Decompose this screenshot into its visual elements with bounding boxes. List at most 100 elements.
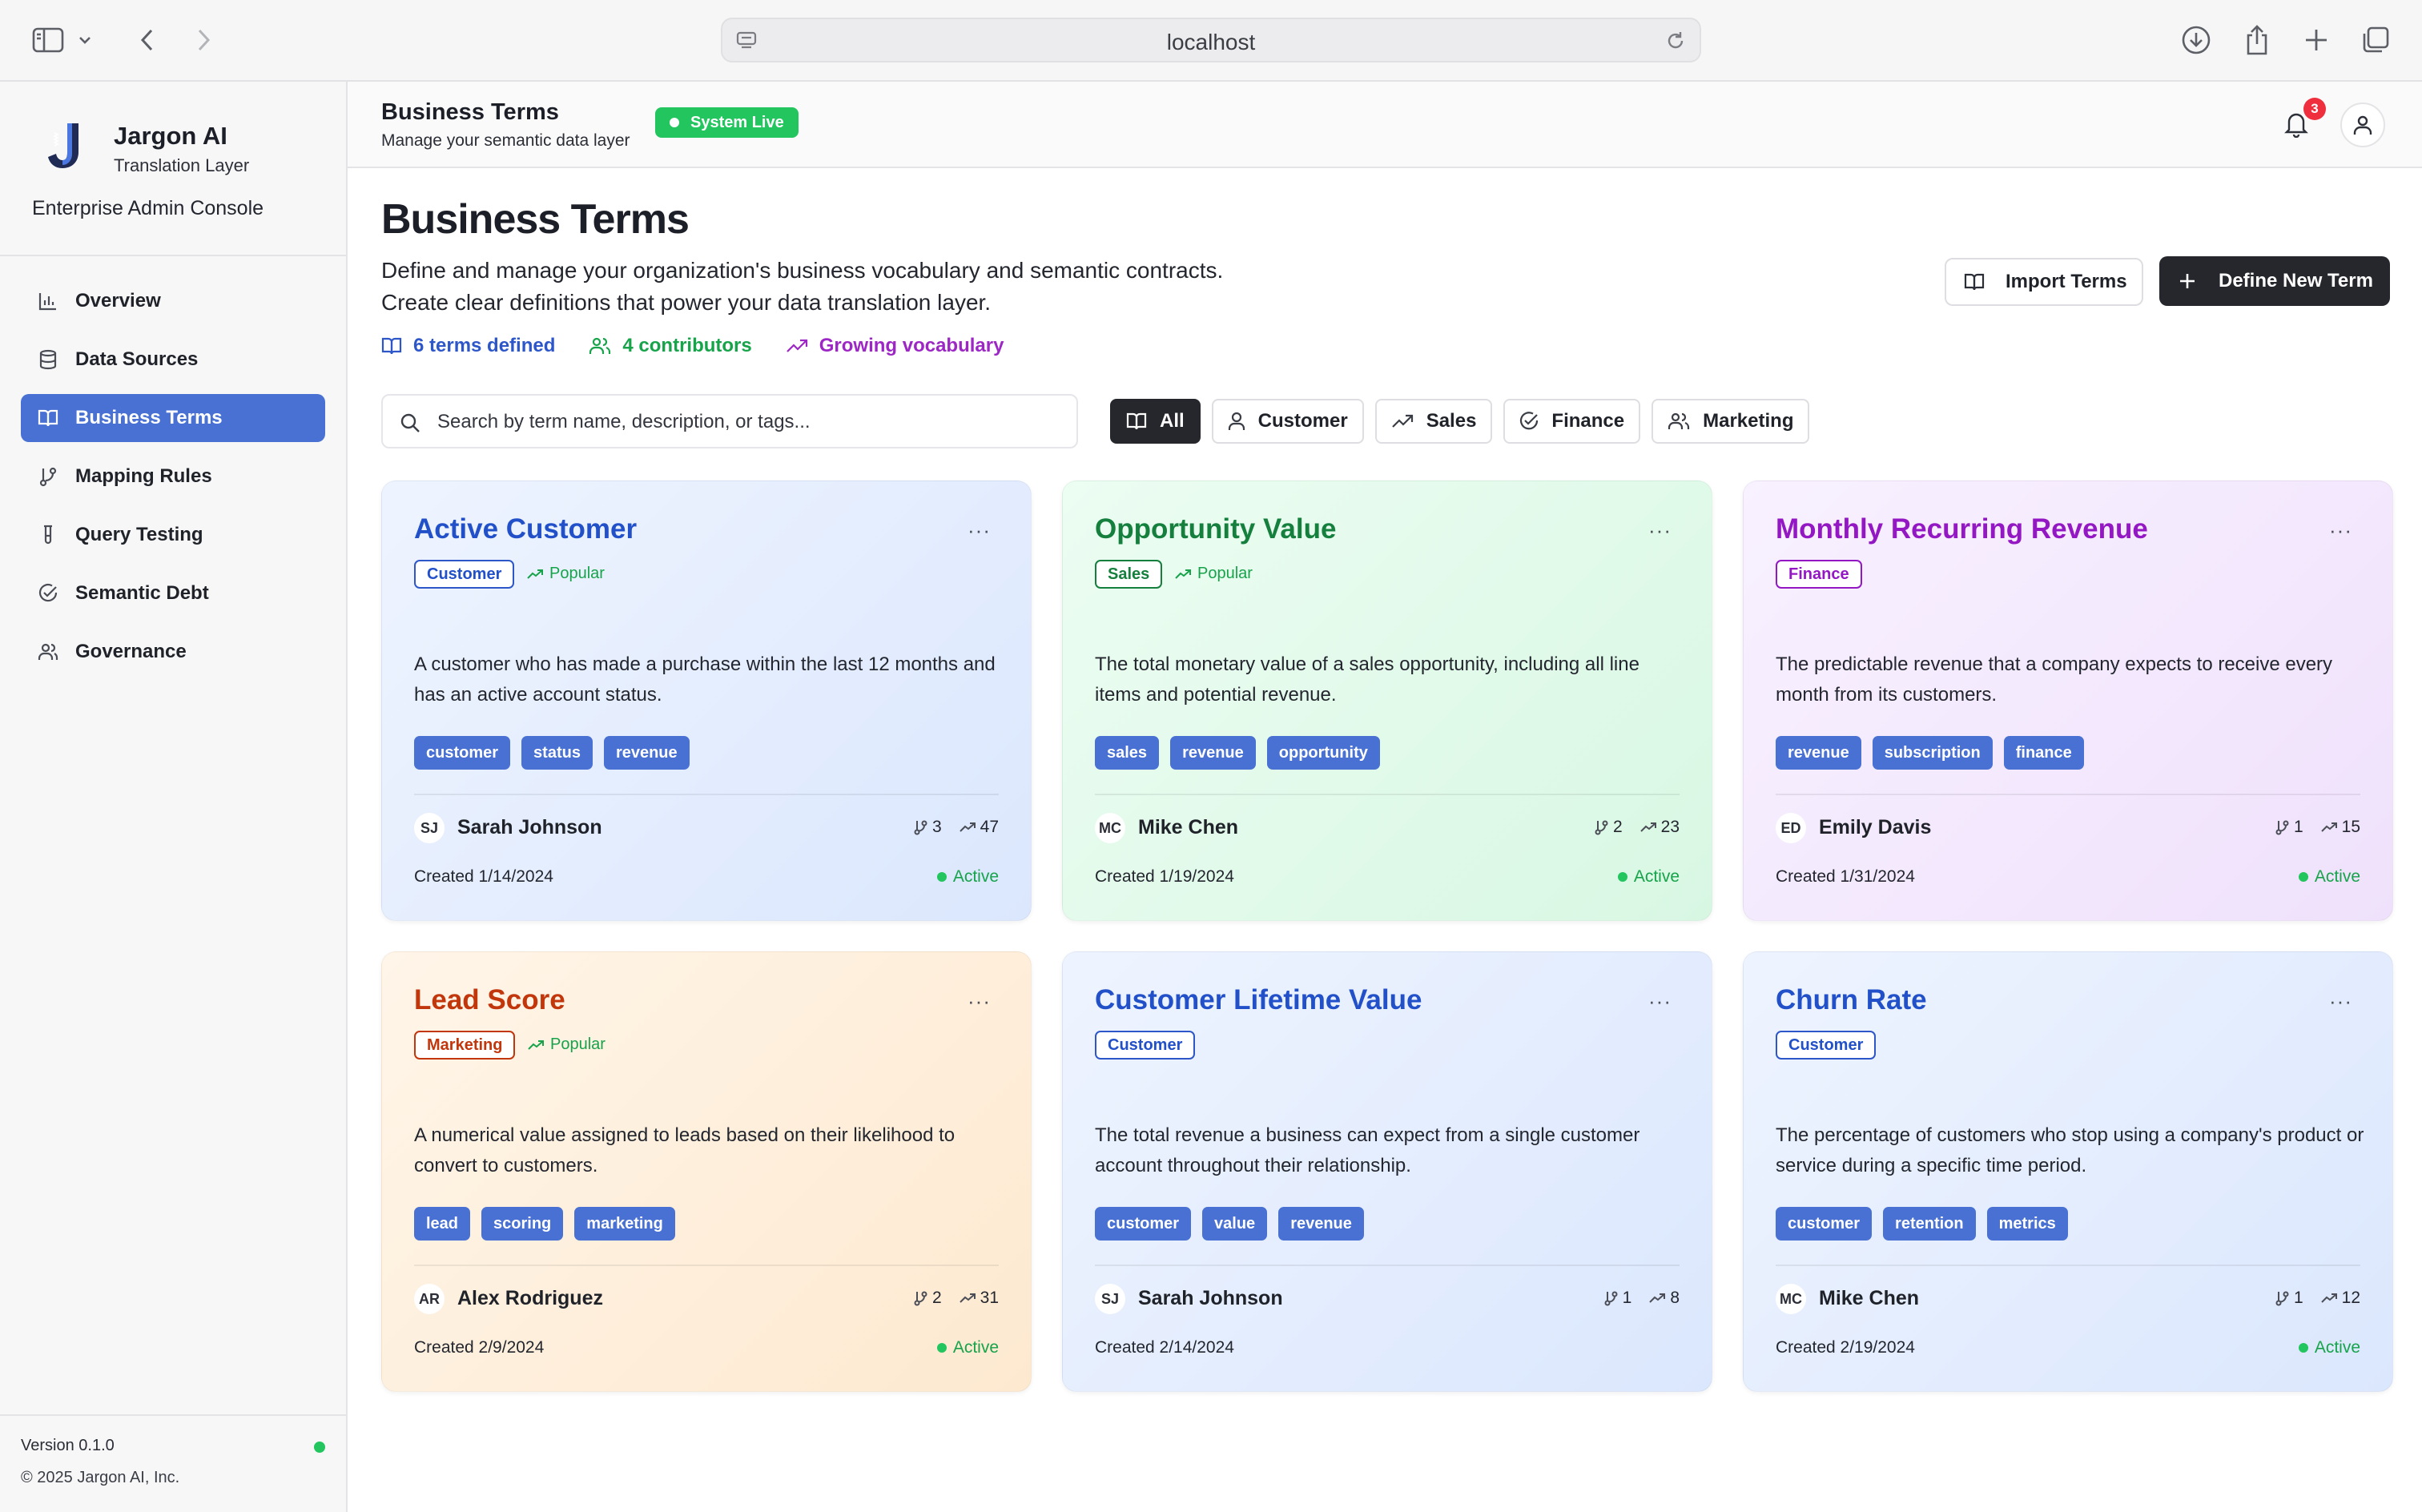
tag-chip[interactable]: opportunity <box>1266 736 1380 770</box>
created-date: Created 2/14/2024 <box>1095 1338 1234 1357</box>
trending-up-icon <box>2320 822 2337 832</box>
user-menu-button[interactable] <box>2340 103 2385 147</box>
more-options-icon[interactable]: ··· <box>1648 520 1672 541</box>
forward-icon[interactable] <box>184 21 223 59</box>
sidebar-item-data-sources[interactable]: Data Sources <box>21 336 325 384</box>
term-card[interactable]: Churn Rate ··· Customer The percentage o… <box>1743 951 2393 1392</box>
git-branch-icon <box>37 465 59 488</box>
category-badge: Sales <box>1095 560 1163 589</box>
more-options-icon[interactable]: ··· <box>2329 991 2352 1011</box>
sidebar-toggle-icon[interactable] <box>29 21 67 59</box>
tag-chip[interactable]: retention <box>1883 1207 1976 1241</box>
filter-customer[interactable]: Customer <box>1211 399 1364 444</box>
filter-finance[interactable]: Finance <box>1503 399 1641 444</box>
page-stats: 6 terms defined 4 contributors Growing v… <box>381 335 1037 357</box>
define-new-term-button[interactable]: Define New Term <box>2159 256 2390 306</box>
tag-chip[interactable]: customer <box>414 736 511 770</box>
trending-up-icon <box>1175 569 1191 580</box>
status-label: Active <box>952 1338 999 1357</box>
share-icon[interactable] <box>2238 21 2276 59</box>
git-branch-icon <box>1595 820 1608 835</box>
created-date: Created 1/14/2024 <box>414 867 553 886</box>
tag-chip[interactable]: revenue <box>1278 1207 1364 1241</box>
category-filters: All Customer Sales Finance Marketing <box>1110 399 1821 444</box>
term-card[interactable]: Opportunity Value ··· Sales Popular The … <box>1062 481 1712 921</box>
tag-chip[interactable]: customer <box>1776 1207 1873 1241</box>
tag-chip[interactable]: sales <box>1095 736 1160 770</box>
tag-chip[interactable]: marketing <box>574 1207 675 1241</box>
term-title[interactable]: Lead Score <box>414 984 565 1016</box>
more-options-icon[interactable]: ··· <box>968 520 991 541</box>
copyright: © 2025 Jargon AI, Inc. <box>21 1469 180 1486</box>
term-title[interactable]: Active Customer <box>414 513 637 545</box>
term-description: A customer who has made a purchase withi… <box>414 653 996 706</box>
search-input[interactable] <box>437 407 1062 437</box>
sidebar-item-overview[interactable]: Overview <box>21 277 325 325</box>
chevron-down-icon[interactable] <box>74 21 96 59</box>
term-title[interactable]: Opportunity Value <box>1095 513 1336 545</box>
term-card[interactable]: Customer Lifetime Value ··· Customer The… <box>1062 951 1712 1392</box>
tag-chip[interactable]: finance <box>2003 736 2084 770</box>
sidebar-item-label: Overview <box>75 290 161 312</box>
tag-list: lead scoring marketing <box>414 1207 686 1241</box>
book-icon <box>1964 272 1985 292</box>
status-badge-label: System Live <box>690 114 784 131</box>
address-bar[interactable]: localhost <box>721 18 1701 62</box>
new-tab-icon[interactable] <box>2297 21 2336 59</box>
term-title[interactable]: Monthly Recurring Revenue <box>1776 513 2148 545</box>
page-description-line: Define and manage your organization's bu… <box>381 258 1224 283</box>
term-card[interactable]: Active Customer ··· Customer Popular A c… <box>381 481 1032 921</box>
sidebar-item-semantic-debt[interactable]: Semantic Debt <box>21 569 325 617</box>
book-icon <box>37 407 59 429</box>
status-indicator: Active <box>2298 867 2360 887</box>
tag-chip[interactable]: scoring <box>481 1207 564 1241</box>
filter-sales[interactable]: Sales <box>1374 399 1493 444</box>
term-title[interactable]: Churn Rate <box>1776 984 1927 1016</box>
tag-chip[interactable]: lead <box>414 1207 471 1241</box>
tag-chip[interactable]: revenue <box>603 736 690 770</box>
status-indicator: Active <box>1617 867 1680 887</box>
more-options-icon[interactable]: ··· <box>1648 991 1672 1011</box>
term-title[interactable]: Customer Lifetime Value <box>1095 984 1422 1016</box>
sidebar-item-query-testing[interactable]: Query Testing <box>21 511 325 559</box>
popular-badge: Popular <box>528 1035 606 1054</box>
sidebar-item-governance[interactable]: Governance <box>21 628 325 676</box>
download-icon[interactable] <box>2177 21 2215 59</box>
tab-overview-icon[interactable] <box>2356 21 2395 59</box>
category-badge: Customer <box>414 560 515 589</box>
sidebar-item-label: Business Terms <box>75 407 223 428</box>
sidebar-item-mapping-rules[interactable]: Mapping Rules <box>21 452 325 501</box>
divider <box>0 1414 346 1416</box>
avatar: MC <box>1776 1284 1806 1314</box>
tag-chip[interactable]: revenue <box>1776 736 1861 770</box>
trending-up-icon <box>786 338 808 354</box>
status-dot <box>1617 872 1627 882</box>
reload-icon[interactable] <box>1664 30 1687 52</box>
back-icon[interactable] <box>128 21 167 59</box>
user-icon <box>2352 114 2374 136</box>
term-card[interactable]: Lead Score ··· Marketing Popular A numer… <box>381 951 1032 1392</box>
sidebar-item-business-terms[interactable]: Business Terms <box>21 394 325 442</box>
tag-chip[interactable]: subscription <box>1872 736 1993 770</box>
divider <box>1095 1265 1680 1266</box>
tag-chip[interactable]: value <box>1202 1207 1268 1241</box>
tag-chip[interactable]: metrics <box>1986 1207 2068 1241</box>
more-options-icon[interactable]: ··· <box>968 991 991 1011</box>
url-text[interactable]: localhost <box>722 30 1700 55</box>
git-branch-icon <box>2275 1291 2289 1306</box>
tag-chip[interactable]: revenue <box>1170 736 1256 770</box>
filter-marketing[interactable]: Marketing <box>1652 399 1810 444</box>
import-terms-button[interactable]: Import Terms <box>1945 258 2143 306</box>
term-card[interactable]: Monthly Recurring Revenue ··· Finance Th… <box>1743 481 2393 921</box>
filter-all[interactable]: All <box>1110 399 1201 444</box>
user-icon <box>1228 412 1245 431</box>
page-title: Business Terms <box>381 196 690 243</box>
tag-chip[interactable]: status <box>521 736 593 770</box>
author-name: Sarah Johnson <box>1138 1287 1283 1309</box>
import-terms-label: Import Terms <box>2006 271 2127 292</box>
divider <box>0 255 346 256</box>
tag-chip[interactable]: customer <box>1095 1207 1192 1241</box>
usage-count-value: 15 <box>2341 818 2360 836</box>
more-options-icon[interactable]: ··· <box>2329 520 2352 541</box>
check-circle-icon <box>1519 412 1539 431</box>
